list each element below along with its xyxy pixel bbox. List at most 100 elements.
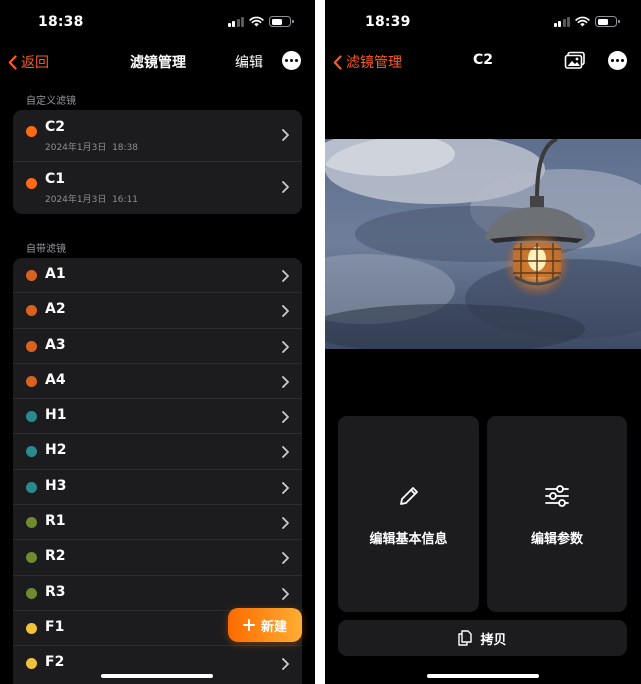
filter-name: R3 xyxy=(45,583,66,600)
back-label: 返回 xyxy=(21,55,49,71)
chevron-left-icon xyxy=(8,54,17,70)
filter-name: H3 xyxy=(45,477,67,494)
filter-color-dot xyxy=(26,587,37,599)
ellipsis-circle-icon[interactable] xyxy=(282,51,301,70)
filter-name: C2 xyxy=(45,119,66,135)
filter-color-dot xyxy=(26,552,37,564)
photo-library-icon[interactable] xyxy=(564,51,586,70)
home-indicator xyxy=(427,674,539,678)
edit-params-label: 编辑参数 xyxy=(530,532,583,547)
status-bar: 18:39 xyxy=(325,0,641,46)
pencil-icon xyxy=(400,487,418,505)
chevron-right-icon xyxy=(282,129,289,141)
custom-filter-list: C2 2024年1月3日 18:38 C1 2024年1月3日 16:11 xyxy=(13,110,302,214)
chevron-right-icon xyxy=(282,375,289,388)
filter-row-h1[interactable]: H1 xyxy=(13,399,302,435)
chevron-right-icon xyxy=(282,305,289,318)
chevron-left-icon xyxy=(333,54,342,70)
filter-row-r2[interactable]: R2 xyxy=(13,540,302,576)
filter-row-c1[interactable]: C1 2024年1月3日 16:11 xyxy=(13,162,302,214)
back-button[interactable]: 滤镜管理 xyxy=(333,52,402,72)
filter-row-h2[interactable]: H2 xyxy=(13,434,302,470)
cellular-signal-icon xyxy=(553,16,570,27)
edit-params-card[interactable]: 编辑参数 xyxy=(487,416,627,612)
edit-basic-info-label: 编辑基本信息 xyxy=(369,532,448,547)
wifi-icon xyxy=(575,16,590,27)
filter-color-dot xyxy=(26,517,37,529)
navigation-bar: 返回 滤镜管理 编辑 xyxy=(0,48,315,74)
navigation-bar: 滤镜管理 C2 xyxy=(325,48,641,74)
status-time: 18:39 xyxy=(365,14,411,30)
status-time: 18:38 xyxy=(38,14,84,30)
filter-row-a1[interactable]: A1 xyxy=(13,258,302,294)
filter-list-screen: 18:38 返回 滤镜管理 编辑 自定义滤镜 C2 2024年1月3日 18:38… xyxy=(0,0,315,684)
filter-color-dot xyxy=(26,446,37,458)
filter-color-dot xyxy=(26,375,37,387)
filter-name: A3 xyxy=(45,336,66,353)
filter-color-dot xyxy=(26,481,37,493)
chevron-right-icon xyxy=(282,411,289,424)
section-header-custom: 自定义滤镜 xyxy=(26,96,76,107)
filter-color-dot xyxy=(26,126,37,137)
wifi-icon xyxy=(249,16,264,27)
page-title: 滤镜管理 xyxy=(130,55,186,71)
filter-name: R2 xyxy=(45,548,66,565)
status-bar: 18:38 xyxy=(0,0,315,46)
copy-doc-icon xyxy=(458,630,473,646)
home-indicator xyxy=(101,674,213,678)
copy-button[interactable]: 拷贝 xyxy=(338,620,627,656)
new-filter-label: 新建 xyxy=(260,619,287,635)
filter-row-r3[interactable]: R3 xyxy=(13,576,302,611)
edit-basic-info-card[interactable]: 编辑基本信息 xyxy=(338,416,479,612)
chevron-right-icon xyxy=(282,181,289,193)
filter-name: A1 xyxy=(45,266,66,282)
chevron-right-icon xyxy=(282,340,289,353)
filter-name: A4 xyxy=(45,371,66,388)
copy-label: 拷贝 xyxy=(480,632,507,648)
chevron-right-icon xyxy=(282,446,289,459)
system-icons xyxy=(227,16,294,27)
filter-color-dot xyxy=(26,411,37,423)
filter-name: F1 xyxy=(45,618,65,635)
filter-row-c2[interactable]: C2 2024年1月3日 18:38 xyxy=(13,110,302,162)
chevron-right-icon xyxy=(282,481,289,494)
filter-name: H1 xyxy=(45,407,67,424)
page-title: C2 xyxy=(473,52,494,68)
filter-color-dot xyxy=(26,305,37,317)
sliders-icon xyxy=(545,485,569,507)
filter-date: 2024年1月3日 16:11 xyxy=(45,195,139,205)
ellipsis-circle-icon[interactable] xyxy=(608,51,627,70)
filter-row-a2[interactable]: A2 xyxy=(13,293,302,329)
filter-row-h3[interactable]: H3 xyxy=(13,470,302,506)
chevron-right-icon xyxy=(282,658,289,671)
filter-color-dot xyxy=(26,340,37,352)
system-icons xyxy=(553,16,620,27)
edit-button[interactable]: 编辑 xyxy=(235,52,263,72)
filter-row-r1[interactable]: R1 xyxy=(13,505,302,541)
filter-preview-image xyxy=(325,139,641,349)
filter-row-a4[interactable]: A4 xyxy=(13,364,302,400)
filter-name: H2 xyxy=(45,442,67,459)
battery-icon xyxy=(595,16,620,27)
chevron-right-icon xyxy=(282,517,289,530)
filter-date: 2024年1月3日 18:38 xyxy=(45,143,139,153)
filter-name: R1 xyxy=(45,513,66,530)
new-filter-button[interactable]: 新建 xyxy=(228,608,302,642)
back-label: 滤镜管理 xyxy=(346,55,402,71)
filter-name: F2 xyxy=(45,654,65,671)
filter-color-dot xyxy=(26,178,37,189)
cellular-signal-icon xyxy=(227,16,244,27)
filter-name: A2 xyxy=(45,301,66,318)
chevron-right-icon xyxy=(282,270,289,282)
filter-color-dot xyxy=(26,270,37,281)
filter-color-dot xyxy=(26,658,37,670)
filter-row-a3[interactable]: A3 xyxy=(13,329,302,364)
street-lamp-photo xyxy=(325,139,641,349)
plus-icon xyxy=(242,619,255,631)
filter-color-dot xyxy=(26,622,37,634)
chevron-right-icon xyxy=(282,552,289,565)
filter-name: C1 xyxy=(45,171,66,187)
section-header-builtin: 自带滤镜 xyxy=(26,244,66,255)
back-button[interactable]: 返回 xyxy=(8,52,49,72)
battery-icon xyxy=(269,16,294,27)
